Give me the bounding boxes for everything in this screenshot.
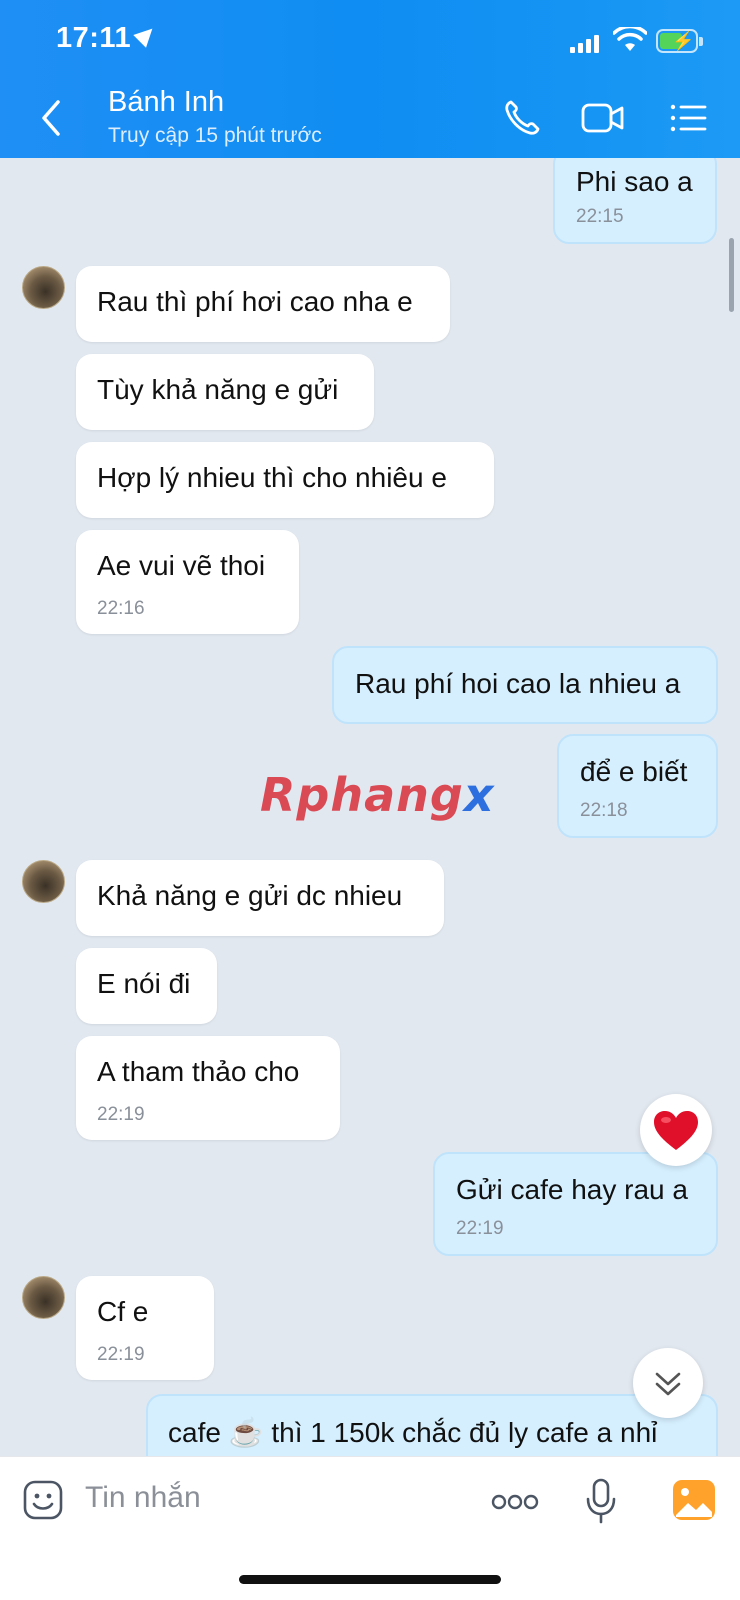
message-bubble[interactable]: Cf e 22:19 (76, 1276, 214, 1380)
avatar[interactable] (22, 1276, 65, 1319)
wifi-icon (613, 27, 647, 51)
home-indicator (239, 1575, 501, 1584)
phone-icon[interactable] (502, 98, 542, 138)
chat-header: 17:11 ⚡ Bánh Inh Truy cập 15 phút trước (0, 0, 740, 158)
message-bubble[interactable]: Phi sao a 22:15 (553, 158, 717, 244)
reaction-badge[interactable] (640, 1094, 712, 1166)
menu-list-icon[interactable] (668, 98, 708, 138)
contact-name[interactable]: Bánh Inh (108, 86, 224, 119)
message-bubble[interactable]: Tùy khả năng e gửi (76, 354, 374, 430)
message-bubble[interactable]: để e biết 22:18 (557, 734, 718, 838)
scrollbar[interactable] (729, 238, 734, 312)
message-bubble[interactable]: Ae vui vẽ thoi 22:16 (76, 530, 299, 634)
message-bubble[interactable]: Rau thì phí hơi cao nha e (76, 266, 450, 342)
video-call-icon[interactable] (580, 98, 626, 138)
sticker-icon[interactable] (22, 1479, 64, 1521)
message-bubble[interactable]: E nói đi (76, 948, 217, 1024)
avatar[interactable] (22, 266, 65, 309)
location-arrow-icon (133, 22, 159, 48)
more-options-icon[interactable] (490, 1493, 540, 1511)
back-chevron-icon[interactable] (36, 98, 70, 138)
watermark-logo: Rphangx (260, 768, 495, 822)
heart-icon (654, 1111, 698, 1150)
message-bubble[interactable]: Khả năng e gửi dc nhieu (76, 860, 444, 936)
message-bubble[interactable]: Rau phí hoi cao la nhieu a (332, 646, 718, 724)
scroll-to-bottom-button[interactable] (633, 1348, 703, 1418)
status-time: 17:11 (56, 22, 159, 55)
cellular-signal-icon (570, 33, 600, 53)
battery-icon: ⚡ (656, 29, 703, 53)
message-bubble[interactable]: Hợp lý nhieu thì cho nhiêu e (76, 442, 494, 518)
message-bubble[interactable]: A tham thảo cho 22:19 (76, 1036, 340, 1140)
message-input[interactable]: Tin nhắn (85, 1481, 201, 1515)
double-chevron-down-icon (655, 1372, 681, 1396)
avatar[interactable] (22, 860, 65, 903)
microphone-icon[interactable] (584, 1477, 618, 1525)
image-gallery-icon[interactable] (672, 1479, 716, 1521)
message-bubble[interactable]: Gửi cafe hay rau a 22:19 (433, 1152, 718, 1256)
contact-last-seen: Truy cập 15 phút trước (108, 124, 322, 147)
